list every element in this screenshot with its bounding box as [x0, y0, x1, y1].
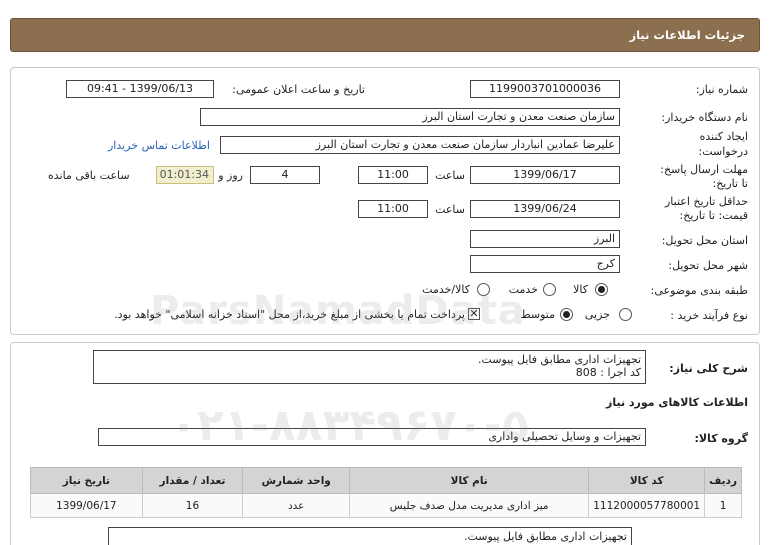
city-label: شهر محل تحویل: — [668, 259, 748, 272]
page-title: جزئیات اطلاعات نیاز — [629, 28, 745, 42]
buyer-contact-link[interactable]: اطلاعات تماس خریدار — [108, 139, 210, 152]
purchase-type-label: نوع فرآیند خرید : — [670, 309, 748, 322]
buyer-org-label: نام دستگاه خریدار: — [661, 111, 748, 124]
announce-label: تاریخ و ساعت اعلان عمومی: — [232, 83, 365, 96]
purchase-minor-label: جزیی — [584, 308, 610, 321]
validity-label-2: قیمت: تا تاریخ: — [679, 209, 748, 222]
notes-text: تجهیزات اداری مطابق فایل پیوست. — [463, 530, 627, 543]
purchase-medium-label: متوسط — [520, 308, 555, 321]
days-label: روز و — [218, 169, 243, 182]
cell-code: 1112000057780001 — [588, 493, 706, 518]
deadline-time-label: ساعت — [435, 169, 465, 182]
category-both-label: کالا/خدمت — [422, 283, 470, 296]
validity-time-label: ساعت — [435, 203, 465, 216]
category-goods-radio[interactable] — [595, 283, 608, 296]
deadline-label-1: مهلت ارسال پاسخ: — [660, 163, 748, 176]
col-row: ردیف — [704, 467, 742, 494]
city-field[interactable]: کرج — [470, 255, 620, 273]
category-goods-label: کالا — [573, 283, 588, 296]
creator-field[interactable]: علیرضا عمادین انباردار سازمان صنعت معدن … — [220, 136, 620, 154]
category-label: طبقه بندی موضوعی: — [650, 284, 748, 297]
col-date: تاریخ نیاز — [30, 467, 143, 494]
category-service-label: خدمت — [508, 283, 538, 296]
remaining-label: ساعت باقی مانده — [48, 169, 130, 182]
announce-field[interactable]: 1399/06/13 - 09:41 — [66, 80, 214, 98]
col-code: کد کالا — [588, 467, 706, 494]
summary-box: تجهیزات اداری مطابق فایل پیوست. کد اجرا … — [93, 350, 646, 384]
validity-time-field[interactable]: 11:00 — [358, 200, 428, 218]
days-field[interactable]: 4 — [250, 166, 320, 184]
cell-date: 1399/06/17 — [30, 493, 143, 518]
summary-line-2: کد اجرا : 808 — [575, 366, 641, 379]
cell-name: میز اداری مدیریت مدل صدف جلیس — [349, 493, 590, 518]
col-name: نام کالا — [349, 467, 590, 494]
purchase-medium-radio[interactable] — [560, 308, 573, 321]
goods-group-field[interactable]: تجهیزات و وسایل تحصیلی واداری — [98, 428, 646, 446]
deadline-time-field[interactable]: 11:00 — [358, 166, 428, 184]
goods-table: ردیف کد کالا نام کالا واحد شمارش تعداد /… — [30, 467, 742, 518]
need-number-label: شماره نیاز: — [695, 83, 748, 96]
cell-qty: 16 — [141, 493, 244, 518]
col-unit: واحد شمارش — [242, 467, 351, 494]
creator-label-2: درخواست: — [698, 145, 748, 158]
need-number-field[interactable]: 1199003701000036 — [470, 80, 620, 98]
deadline-date-field[interactable]: 1399/06/17 — [470, 166, 620, 184]
page-header: جزئیات اطلاعات نیاز — [10, 18, 760, 52]
treasury-payment-note: پرداخت تمام یا بخشی از مبلغ خرید،از محل … — [114, 308, 465, 321]
category-both-radio[interactable] — [477, 283, 490, 296]
remaining-timer: 01:01:34 — [156, 166, 214, 184]
notes-box: تجهیزات اداری مطابق فایل پیوست. — [108, 527, 632, 545]
cell-unit: عدد — [242, 493, 351, 518]
table-row[interactable]: 1 1112000057780001 میز اداری مدیریت مدل … — [30, 493, 742, 518]
validity-date-field[interactable]: 1399/06/24 — [470, 200, 620, 218]
province-field[interactable]: البرز — [470, 230, 620, 248]
deadline-label-2: تا تاریخ: — [712, 177, 748, 190]
creator-label-1: ایجاد کننده — [699, 130, 748, 143]
col-qty: تعداد / مقدار — [141, 467, 244, 494]
buyer-org-field[interactable]: سازمان صنعت معدن و تجارت استان البرز — [200, 108, 620, 126]
purchase-minor-radio[interactable] — [619, 308, 632, 321]
treasury-payment-checkbox[interactable]: ✕ — [468, 308, 480, 320]
province-label: استان محل تحویل: — [661, 234, 748, 247]
summary-label: شرح کلی نیاز: — [669, 362, 748, 375]
category-service-radio[interactable] — [543, 283, 556, 296]
goods-info-title: اطلاعات کالاهای مورد نیاز — [606, 396, 748, 409]
validity-label-1: حداقل تاریخ اعتبار — [664, 195, 748, 208]
cell-row: 1 — [704, 493, 742, 518]
goods-table-header: ردیف کد کالا نام کالا واحد شمارش تعداد /… — [30, 467, 742, 494]
goods-group-label: گروه کالا: — [694, 432, 748, 445]
summary-line-1: تجهیزات اداری مطابق فایل پیوست. — [477, 353, 641, 366]
